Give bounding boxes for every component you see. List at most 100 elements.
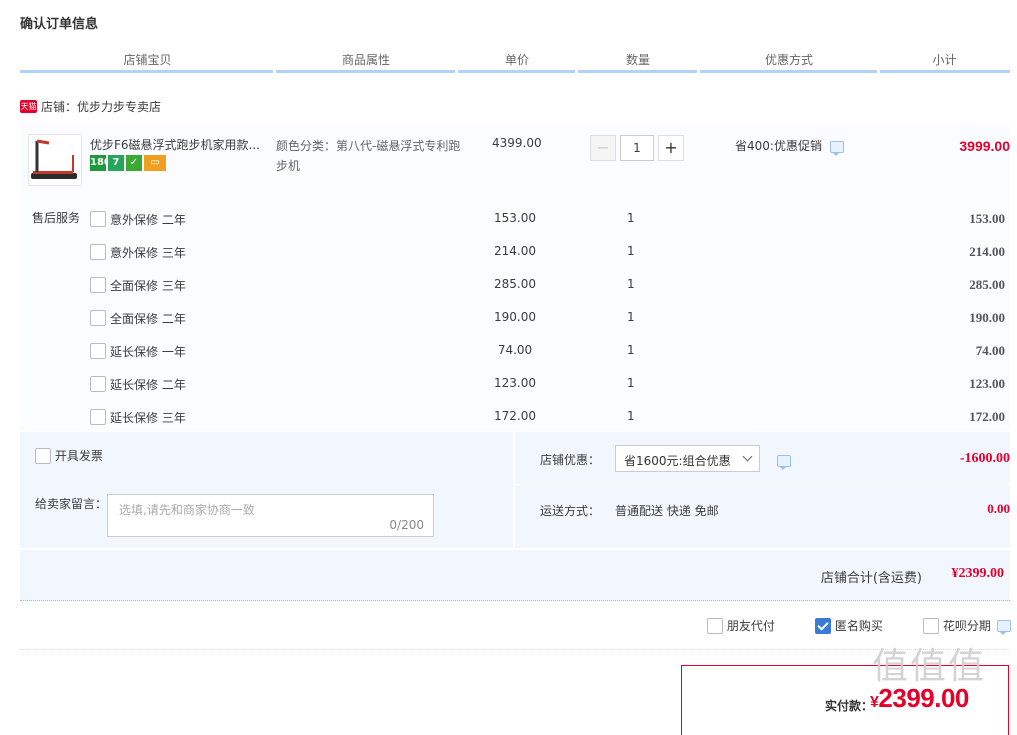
service-name: 全面保修 二年: [110, 312, 186, 326]
tmall-badge-icon: 天猫: [20, 100, 37, 113]
service-checkbox[interactable]: [90, 343, 106, 359]
increase-button[interactable]: +: [658, 135, 684, 161]
service-name: 延长保修 一年: [110, 345, 186, 359]
memo-char-count: 0/200: [389, 518, 424, 532]
chevron-down-icon: [742, 451, 753, 462]
page-title: 确认订单信息: [20, 17, 99, 32]
shop-discount-value: -1600.00: [959, 451, 1010, 466]
service-name: 意外保修 二年: [110, 213, 186, 227]
invoice-label: 开具发票: [54, 449, 103, 463]
service-price: 153.00: [494, 211, 536, 225]
header-underline: [276, 70, 455, 73]
watermark: 值值值: [872, 646, 987, 687]
memo-textarea[interactable]: 选填,请先和商家协商一致 0/200: [107, 494, 434, 537]
service-icons: 180 7 ✓ ▭: [90, 155, 168, 171]
service-qty: 1: [627, 343, 635, 357]
header-underline: [880, 70, 1010, 73]
anonymous-checkbox[interactable]: [815, 617, 831, 634]
select-value: 省1600元:组合优惠: [624, 454, 731, 468]
product-attribute: 颜色分类：第八代-磁悬浮式专利跑步机: [276, 139, 461, 173]
seven-day-return-icon[interactable]: 7: [108, 155, 124, 171]
column-header-attr: 商品属性: [341, 53, 390, 67]
friend-pay-option: 朋友代付: [707, 617, 775, 634]
product-thumbnail[interactable]: [28, 134, 82, 186]
anonymous-label: 匿名购买: [834, 619, 883, 633]
separator: [20, 649, 1010, 650]
friend-pay-checkbox[interactable]: [707, 617, 723, 634]
treadmill-image-icon: [31, 139, 77, 179]
shipping-method: 普通配送 快递 免邮: [615, 504, 719, 518]
service-row: 延长保修 二年 123.00 1 123.00: [0, 374, 1017, 407]
service-checkbox[interactable]: [90, 244, 106, 260]
unit-price: 4399.00: [492, 136, 542, 150]
service-price: 285.00: [494, 277, 536, 291]
promo-text: 省400:优惠促销: [735, 137, 844, 156]
product-title-link[interactable]: 优步F6磁悬浮式跑步机家用款...: [90, 136, 265, 153]
service-row: 全面保修 三年 285.00 1 285.00: [0, 275, 1017, 308]
service-price: 172.00: [494, 409, 536, 423]
memo-label: 给卖家留言：: [35, 497, 108, 511]
shop-total-label: 店铺合计(含运费): [820, 571, 922, 586]
chat-bubble-icon[interactable]: [777, 454, 791, 470]
service-checkbox[interactable]: [90, 409, 106, 425]
quantity-input[interactable]: 1: [620, 135, 654, 161]
invoice-checkbox[interactable]: [35, 447, 51, 464]
huabei-option: 花呗分期: [923, 617, 1011, 635]
service-name: 全面保修 三年: [110, 279, 186, 293]
service-name: 延长保修 三年: [110, 411, 186, 425]
service-checkbox[interactable]: [90, 310, 106, 326]
service-subtotal: 74.00: [975, 343, 1005, 358]
chat-bubble-icon[interactable]: [996, 619, 1011, 635]
huabei-checkbox[interactable]: [923, 617, 939, 634]
service-price: 214.00: [494, 244, 536, 258]
divider: [515, 484, 1010, 485]
header-underline: [20, 70, 273, 73]
chat-bubble-icon[interactable]: [829, 140, 844, 156]
service-row: 全面保修 二年 190.00 1 190.00: [0, 308, 1017, 341]
service-subtotal: 190.00: [969, 310, 1005, 325]
return-180-icon[interactable]: 180: [90, 155, 111, 171]
guarantee-icon[interactable]: ✓: [126, 155, 142, 171]
payment-amount: ¥2399.00: [870, 683, 969, 714]
payment-label: 实付款：: [825, 699, 874, 713]
column-header-price: 单价: [504, 53, 529, 67]
service-qty: 1: [627, 376, 635, 390]
credit-card-icon[interactable]: ▭: [144, 155, 166, 171]
shop-discount-select[interactable]: 省1600元:组合优惠: [615, 445, 760, 472]
service-price: 123.00: [494, 376, 536, 390]
service-qty: 1: [627, 244, 635, 258]
header-underline: [700, 70, 877, 73]
service-checkbox[interactable]: [90, 277, 106, 293]
service-subtotal: 153.00: [969, 211, 1005, 226]
service-row: 意外保修 二年 153.00 1 153.00: [0, 209, 1017, 242]
huabei-label: 花呗分期: [942, 619, 991, 633]
promo-label: 省400:优惠促销: [735, 139, 822, 153]
payment-value: 2399.00: [878, 683, 969, 713]
shop-name[interactable]: 店铺：优步力步专卖店: [41, 100, 161, 114]
column-header-item: 店铺宝贝: [123, 53, 172, 67]
service-qty: 1: [627, 409, 635, 423]
service-price: 190.00: [494, 310, 536, 324]
shop-total-value: ¥2399.00: [951, 566, 1005, 581]
service-checkbox[interactable]: [90, 376, 106, 392]
anonymous-option: 匿名购买: [815, 617, 883, 634]
shop-discount-label: 店铺优惠：: [540, 453, 601, 467]
column-header-promo: 优惠方式: [764, 53, 813, 67]
service-qty: 1: [627, 211, 635, 225]
service-row: 延长保修 一年 74.00 1 74.00: [0, 341, 1017, 374]
service-subtotal: 123.00: [969, 376, 1005, 391]
header-underline: [458, 70, 575, 73]
invoice-option: 开具发票: [35, 447, 103, 464]
service-name: 延长保修 二年: [110, 378, 186, 392]
service-checkbox[interactable]: [90, 211, 106, 227]
friend-pay-label: 朋友代付: [726, 619, 775, 633]
shop-row: 天猫 店铺：优步力步专卖店: [20, 98, 161, 115]
service-qty: 1: [627, 310, 635, 324]
column-header-subtotal: 小计: [932, 53, 957, 67]
column-header-qty: 数量: [625, 53, 650, 67]
service-qty: 1: [627, 277, 635, 291]
discount-shipping-panel: [515, 432, 1010, 548]
decrease-button[interactable]: −: [590, 135, 616, 161]
service-price: 74.00: [497, 343, 533, 357]
header-underline: [578, 70, 697, 73]
